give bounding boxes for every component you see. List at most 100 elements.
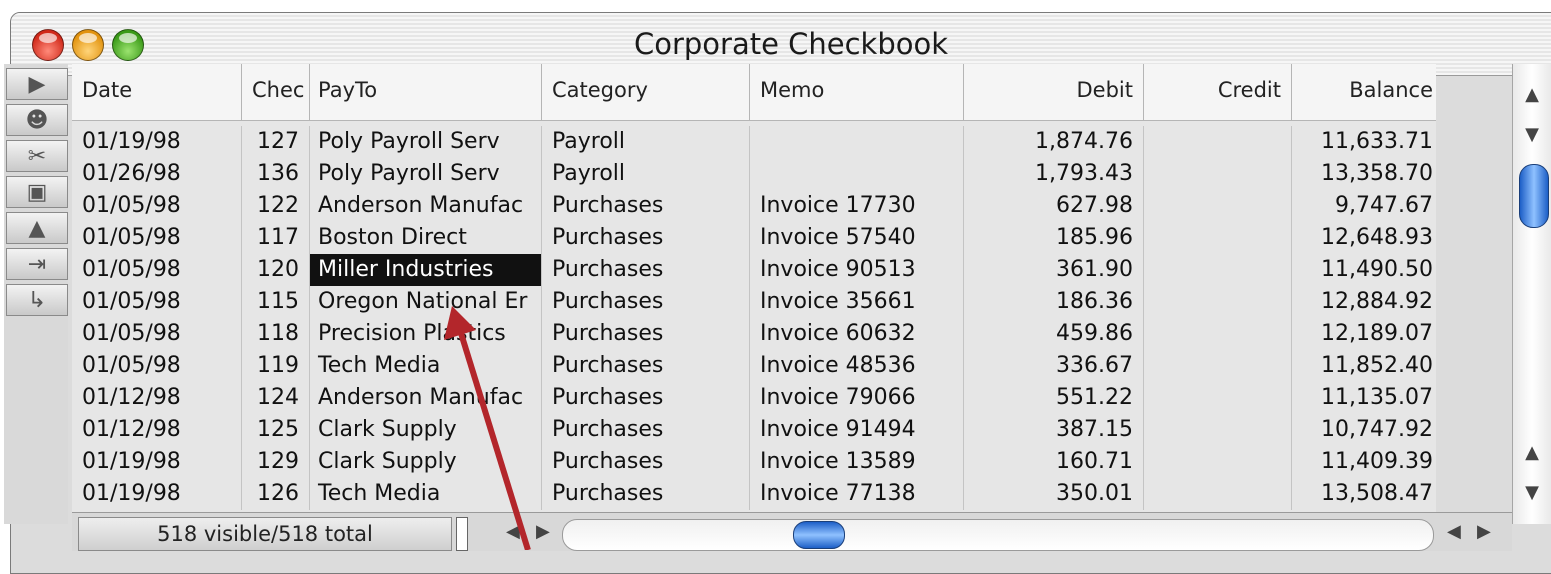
cell-debit[interactable]: 350.01 xyxy=(964,478,1144,510)
cell-balance[interactable]: 12,189.07 xyxy=(1292,318,1436,350)
cell-category[interactable]: Purchases xyxy=(542,222,750,254)
cell-payto[interactable]: Tech Media xyxy=(310,478,542,510)
cell-balance[interactable]: 13,358.70 xyxy=(1292,158,1436,190)
cell-check[interactable]: 125 xyxy=(242,414,310,446)
cell-payto[interactable]: Clark Supply xyxy=(310,414,542,446)
cell-balance[interactable]: 12,648.93 xyxy=(1292,222,1436,254)
cell-payto[interactable]: Miller Industries xyxy=(310,254,542,286)
cell-date[interactable]: 01/05/98 xyxy=(72,190,242,222)
cell-debit[interactable]: 1,874.76 xyxy=(964,126,1144,158)
cell-category[interactable]: Payroll xyxy=(542,126,750,158)
pane-splitter[interactable] xyxy=(456,517,468,551)
cell-credit[interactable] xyxy=(1144,158,1292,190)
cell-balance[interactable]: 11,633.71 xyxy=(1292,126,1436,158)
scroll-right-arrow-icon[interactable]: ▶ xyxy=(536,521,550,542)
cell-credit[interactable] xyxy=(1144,190,1292,222)
table-row[interactable]: 01/05/98 115 Oregon National Er Purchases In… xyxy=(72,286,1436,318)
cell-category[interactable]: Purchases xyxy=(542,478,750,510)
cell-payto[interactable]: Anderson Manufac xyxy=(310,382,542,414)
cell-credit[interactable] xyxy=(1144,318,1292,350)
table-row[interactable]: 01/19/98 126 Tech Media Purchases Invoice 77… xyxy=(72,478,1436,510)
cell-memo[interactable]: Invoice 57540 xyxy=(750,222,964,254)
cell-memo[interactable]: Invoice 17730 xyxy=(750,190,964,222)
cell-balance[interactable]: 11,490.50 xyxy=(1292,254,1436,286)
cell-balance[interactable]: 12,884.92 xyxy=(1292,286,1436,318)
cell-check[interactable]: 127 xyxy=(242,126,310,158)
cell-date[interactable]: 01/19/98 xyxy=(72,478,242,510)
table-row[interactable]: 01/12/98 125 Clark Supply Purchases Invoice … xyxy=(72,414,1436,446)
cell-check[interactable]: 117 xyxy=(242,222,310,254)
column-header-payto[interactable]: PayTo xyxy=(310,64,542,120)
column-header-check[interactable]: Chec xyxy=(242,64,310,120)
horizontal-scrollbar[interactable]: ◀ ▶ ◀ ▶ xyxy=(472,517,1512,551)
cell-category[interactable]: Purchases xyxy=(542,446,750,478)
table-row[interactable]: 01/05/98 120 Miller Industries Purchases Inv… xyxy=(72,254,1436,286)
cell-category[interactable]: Purchases xyxy=(542,190,750,222)
cell-category[interactable]: Purchases xyxy=(542,318,750,350)
cell-payto[interactable]: Poly Payroll Serv xyxy=(310,126,542,158)
cell-debit[interactable]: 387.15 xyxy=(964,414,1144,446)
cell-credit[interactable] xyxy=(1144,286,1292,318)
cell-debit[interactable]: 336.67 xyxy=(964,350,1144,382)
column-header-balance[interactable]: Balance xyxy=(1292,64,1436,120)
cell-balance[interactable]: 11,135.07 xyxy=(1292,382,1436,414)
column-header-memo[interactable]: Memo xyxy=(750,64,964,120)
arrow-right-tool-icon[interactable]: ▶ xyxy=(6,68,68,100)
cell-check[interactable]: 119 xyxy=(242,350,310,382)
column-header-category[interactable]: Category xyxy=(542,64,750,120)
cell-balance[interactable]: 9,747.67 xyxy=(1292,190,1436,222)
cell-debit[interactable]: 185.96 xyxy=(964,222,1144,254)
scroll-up-arrow-bottom-icon[interactable]: ▲ xyxy=(1521,442,1543,464)
cell-date[interactable]: 01/19/98 xyxy=(72,446,242,478)
cell-memo[interactable]: Invoice 60632 xyxy=(750,318,964,350)
tab-arrow-icon[interactable]: ⇥ xyxy=(6,248,68,280)
cell-credit[interactable] xyxy=(1144,382,1292,414)
scroll-left-arrow-icon[interactable]: ◀ xyxy=(506,521,520,542)
table-row[interactable]: 01/05/98 118 Precision Plastics Purchases In… xyxy=(72,318,1436,350)
cell-debit[interactable]: 1,793.43 xyxy=(964,158,1144,190)
cell-memo[interactable]: Invoice 35661 xyxy=(750,286,964,318)
horizontal-scroll-track[interactable] xyxy=(562,519,1434,551)
cell-payto[interactable]: Clark Supply xyxy=(310,446,542,478)
cell-check[interactable]: 122 xyxy=(242,190,310,222)
column-header-debit[interactable]: Debit xyxy=(964,64,1144,120)
cell-check[interactable]: 126 xyxy=(242,478,310,510)
cell-memo[interactable]: Invoice 13589 xyxy=(750,446,964,478)
scroll-down-arrow-bottom-icon[interactable]: ▼ xyxy=(1521,482,1543,504)
cell-check[interactable]: 115 xyxy=(242,286,310,318)
cell-credit[interactable] xyxy=(1144,414,1292,446)
cell-category[interactable]: Payroll xyxy=(542,158,750,190)
column-header-date[interactable]: Date xyxy=(72,64,242,120)
cell-check[interactable]: 136 xyxy=(242,158,310,190)
cell-category[interactable]: Purchases xyxy=(542,414,750,446)
stamp-icon[interactable]: ▲ xyxy=(6,212,68,244)
cell-debit[interactable]: 627.98 xyxy=(964,190,1144,222)
cell-debit[interactable]: 186.36 xyxy=(964,286,1144,318)
cell-check[interactable]: 129 xyxy=(242,446,310,478)
cell-date[interactable]: 01/12/98 xyxy=(72,382,242,414)
cell-date[interactable]: 01/05/98 xyxy=(72,286,242,318)
table-row[interactable]: 01/26/98 136 Poly Payroll Serv Payroll 1,793… xyxy=(72,158,1436,190)
cell-category[interactable]: Purchases xyxy=(542,254,750,286)
cell-balance[interactable]: 11,852.40 xyxy=(1292,350,1436,382)
cell-payto[interactable]: Precision Plastics xyxy=(310,318,542,350)
cell-credit[interactable] xyxy=(1144,478,1292,510)
cell-payto[interactable]: Oregon National Er xyxy=(310,286,542,318)
cell-balance[interactable]: 11,409.39 xyxy=(1292,446,1436,478)
cell-memo[interactable]: Invoice 79066 xyxy=(750,382,964,414)
cell-date[interactable]: 01/12/98 xyxy=(72,414,242,446)
table-row[interactable]: 01/05/98 122 Anderson Manufac Purchases Invo… xyxy=(72,190,1436,222)
cell-date[interactable]: 01/19/98 xyxy=(72,126,242,158)
cell-category[interactable]: Purchases xyxy=(542,286,750,318)
cell-memo[interactable] xyxy=(750,158,964,190)
cell-payto[interactable]: Tech Media xyxy=(310,350,542,382)
table-row[interactable]: 01/19/98 127 Poly Payroll Serv Payroll 1,874… xyxy=(72,126,1436,158)
table-row[interactable]: 01/05/98 117 Boston Direct Purchases Invoice… xyxy=(72,222,1436,254)
people-tool-icon[interactable]: ☻ xyxy=(6,104,68,136)
cell-balance[interactable]: 13,508.47 xyxy=(1292,478,1436,510)
cell-credit[interactable] xyxy=(1144,222,1292,254)
table-row[interactable]: 01/19/98 129 Clark Supply Purchases Invoice … xyxy=(72,446,1436,478)
cell-date[interactable]: 01/05/98 xyxy=(72,350,242,382)
cell-credit[interactable] xyxy=(1144,350,1292,382)
table-row[interactable]: 01/05/98 119 Tech Media Purchases Invoice 48… xyxy=(72,350,1436,382)
